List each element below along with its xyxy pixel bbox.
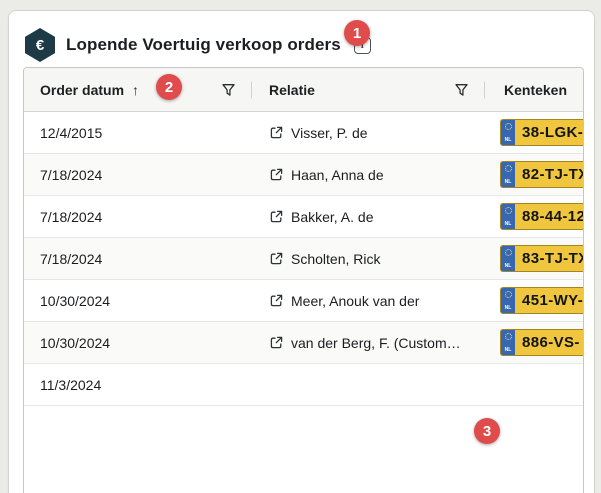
license-plate: NL 451-WY- <box>500 287 583 314</box>
license-plate: NL 38-LGK- <box>500 119 583 146</box>
nl-plate-strip: NL <box>501 204 515 229</box>
relatie-name[interactable]: van der Berg, F. (Custom… <box>291 335 461 351</box>
column-divider <box>251 81 252 98</box>
table-row[interactable]: 7/18/2024 Haan, Anna de NL <box>24 154 583 196</box>
relatie-name[interactable]: Haan, Anna de <box>291 167 384 183</box>
external-link-icon[interactable] <box>269 125 284 140</box>
widget-title: Lopende Voertuig verkoop orders <box>66 35 341 55</box>
sort-ascending-icon[interactable]: ↑ <box>132 82 139 98</box>
plate-number: 38-LGK- <box>515 124 583 141</box>
plate-country-code: NL <box>505 348 512 353</box>
external-link-icon[interactable] <box>269 251 284 266</box>
external-link-icon[interactable] <box>269 293 284 308</box>
table-row[interactable]: 11/3/2024 <box>24 364 583 406</box>
nl-plate-strip: NL <box>501 162 515 187</box>
external-link-icon[interactable] <box>269 167 284 182</box>
nl-plate-strip: NL <box>501 246 515 271</box>
cell-order-datum: 7/18/2024 <box>24 154 257 195</box>
column-label: Kenteken <box>504 82 567 98</box>
cell-kenteken: NL 88-44-12 <box>492 196 583 237</box>
plate-country-code: NL <box>505 138 512 143</box>
table-body: 12/4/2015 Visser, P. de NL <box>24 112 583 406</box>
license-plate: NL 886-VS- <box>500 329 583 356</box>
table-header-row: Order datum ↑ Relatie Kenteken <box>24 68 583 112</box>
license-plate: NL 88-44-12 <box>500 203 583 230</box>
filter-icon[interactable] <box>454 82 469 97</box>
plate-number: 886-VS- <box>515 334 580 351</box>
plate-country-code: NL <box>505 264 512 269</box>
column-header-order-datum[interactable]: Order datum ↑ <box>24 68 257 111</box>
column-header-relatie[interactable]: Relatie <box>257 68 492 111</box>
table-row[interactable]: 7/18/2024 Scholten, Rick NL <box>24 238 583 280</box>
nl-plate-strip: NL <box>501 120 515 145</box>
cell-relatie: Visser, P. de <box>257 112 492 153</box>
annotation-badge-1: 1 <box>344 20 370 46</box>
relatie-name[interactable]: Meer, Anouk van der <box>291 293 419 309</box>
external-link-icon[interactable] <box>269 209 284 224</box>
cell-order-datum: 11/3/2024 <box>24 364 257 405</box>
cell-order-datum: 10/30/2024 <box>24 280 257 321</box>
plate-country-code: NL <box>505 180 512 185</box>
column-label: Order datum <box>40 82 124 98</box>
cell-relatie: van der Berg, F. (Custom… <box>257 322 492 363</box>
eu-stars-icon <box>505 249 512 256</box>
relatie-name[interactable]: Scholten, Rick <box>291 251 380 267</box>
table-row[interactable]: 10/30/2024 Meer, Anouk van der NL <box>24 280 583 322</box>
cell-kenteken: NL 82-TJ-TX <box>492 154 583 195</box>
external-link-icon[interactable] <box>269 335 284 350</box>
table-row[interactable]: 10/30/2024 van der Berg, F. (Custom… N <box>24 322 583 364</box>
cell-relatie: Bakker, A. de <box>257 196 492 237</box>
cell-kenteken: NL 886-VS- <box>492 322 583 363</box>
plate-country-code: NL <box>505 306 512 311</box>
nl-plate-strip: NL <box>501 330 515 355</box>
eu-stars-icon <box>505 333 512 340</box>
cell-order-datum: 12/4/2015 <box>24 112 257 153</box>
license-plate: NL 83-TJ-TX <box>500 245 583 272</box>
widget-header: € Lopende Voertuig verkoop orders <box>25 27 371 63</box>
cell-kenteken: NL 451-WY- <box>492 280 583 321</box>
cell-order-datum: 7/18/2024 <box>24 238 257 279</box>
cell-kenteken: NL 83-TJ-TX <box>492 238 583 279</box>
cell-order-datum: 7/18/2024 <box>24 196 257 237</box>
table-row[interactable]: 12/4/2015 Visser, P. de NL <box>24 112 583 154</box>
cell-relatie <box>257 364 492 405</box>
cell-relatie: Haan, Anna de <box>257 154 492 195</box>
eu-stars-icon <box>505 207 512 214</box>
column-label: Relatie <box>269 82 315 98</box>
plate-number: 82-TJ-TX <box>515 166 583 183</box>
column-header-kenteken[interactable]: Kenteken <box>492 68 583 111</box>
nl-plate-strip: NL <box>501 288 515 313</box>
dashboard-page: € Lopende Voertuig verkoop orders Order … <box>0 0 601 493</box>
euro-hexagon-icon: € <box>25 28 55 62</box>
filter-icon[interactable] <box>221 82 236 97</box>
eu-stars-icon <box>505 123 512 130</box>
plate-number: 83-TJ-TX <box>515 250 583 267</box>
cell-kenteken <box>492 364 583 405</box>
table-row[interactable]: 7/18/2024 Bakker, A. de NL <box>24 196 583 238</box>
relatie-name[interactable]: Bakker, A. de <box>291 209 374 225</box>
cell-order-datum: 10/30/2024 <box>24 322 257 363</box>
license-plate: NL 82-TJ-TX <box>500 161 583 188</box>
relatie-name[interactable]: Visser, P. de <box>291 125 368 141</box>
annotation-badge-2: 2 <box>156 74 182 100</box>
annotation-badge-3: 3 <box>474 418 500 444</box>
column-divider <box>484 81 485 98</box>
cell-relatie: Meer, Anouk van der <box>257 280 492 321</box>
vehicle-orders-widget: € Lopende Voertuig verkoop orders Order … <box>8 10 595 493</box>
plate-country-code: NL <box>505 222 512 227</box>
plate-number: 88-44-12 <box>515 208 583 225</box>
eu-stars-icon <box>505 165 512 172</box>
plate-number: 451-WY- <box>515 292 583 309</box>
cell-kenteken: NL 38-LGK- <box>492 112 583 153</box>
eu-stars-icon <box>505 291 512 298</box>
cell-relatie: Scholten, Rick <box>257 238 492 279</box>
